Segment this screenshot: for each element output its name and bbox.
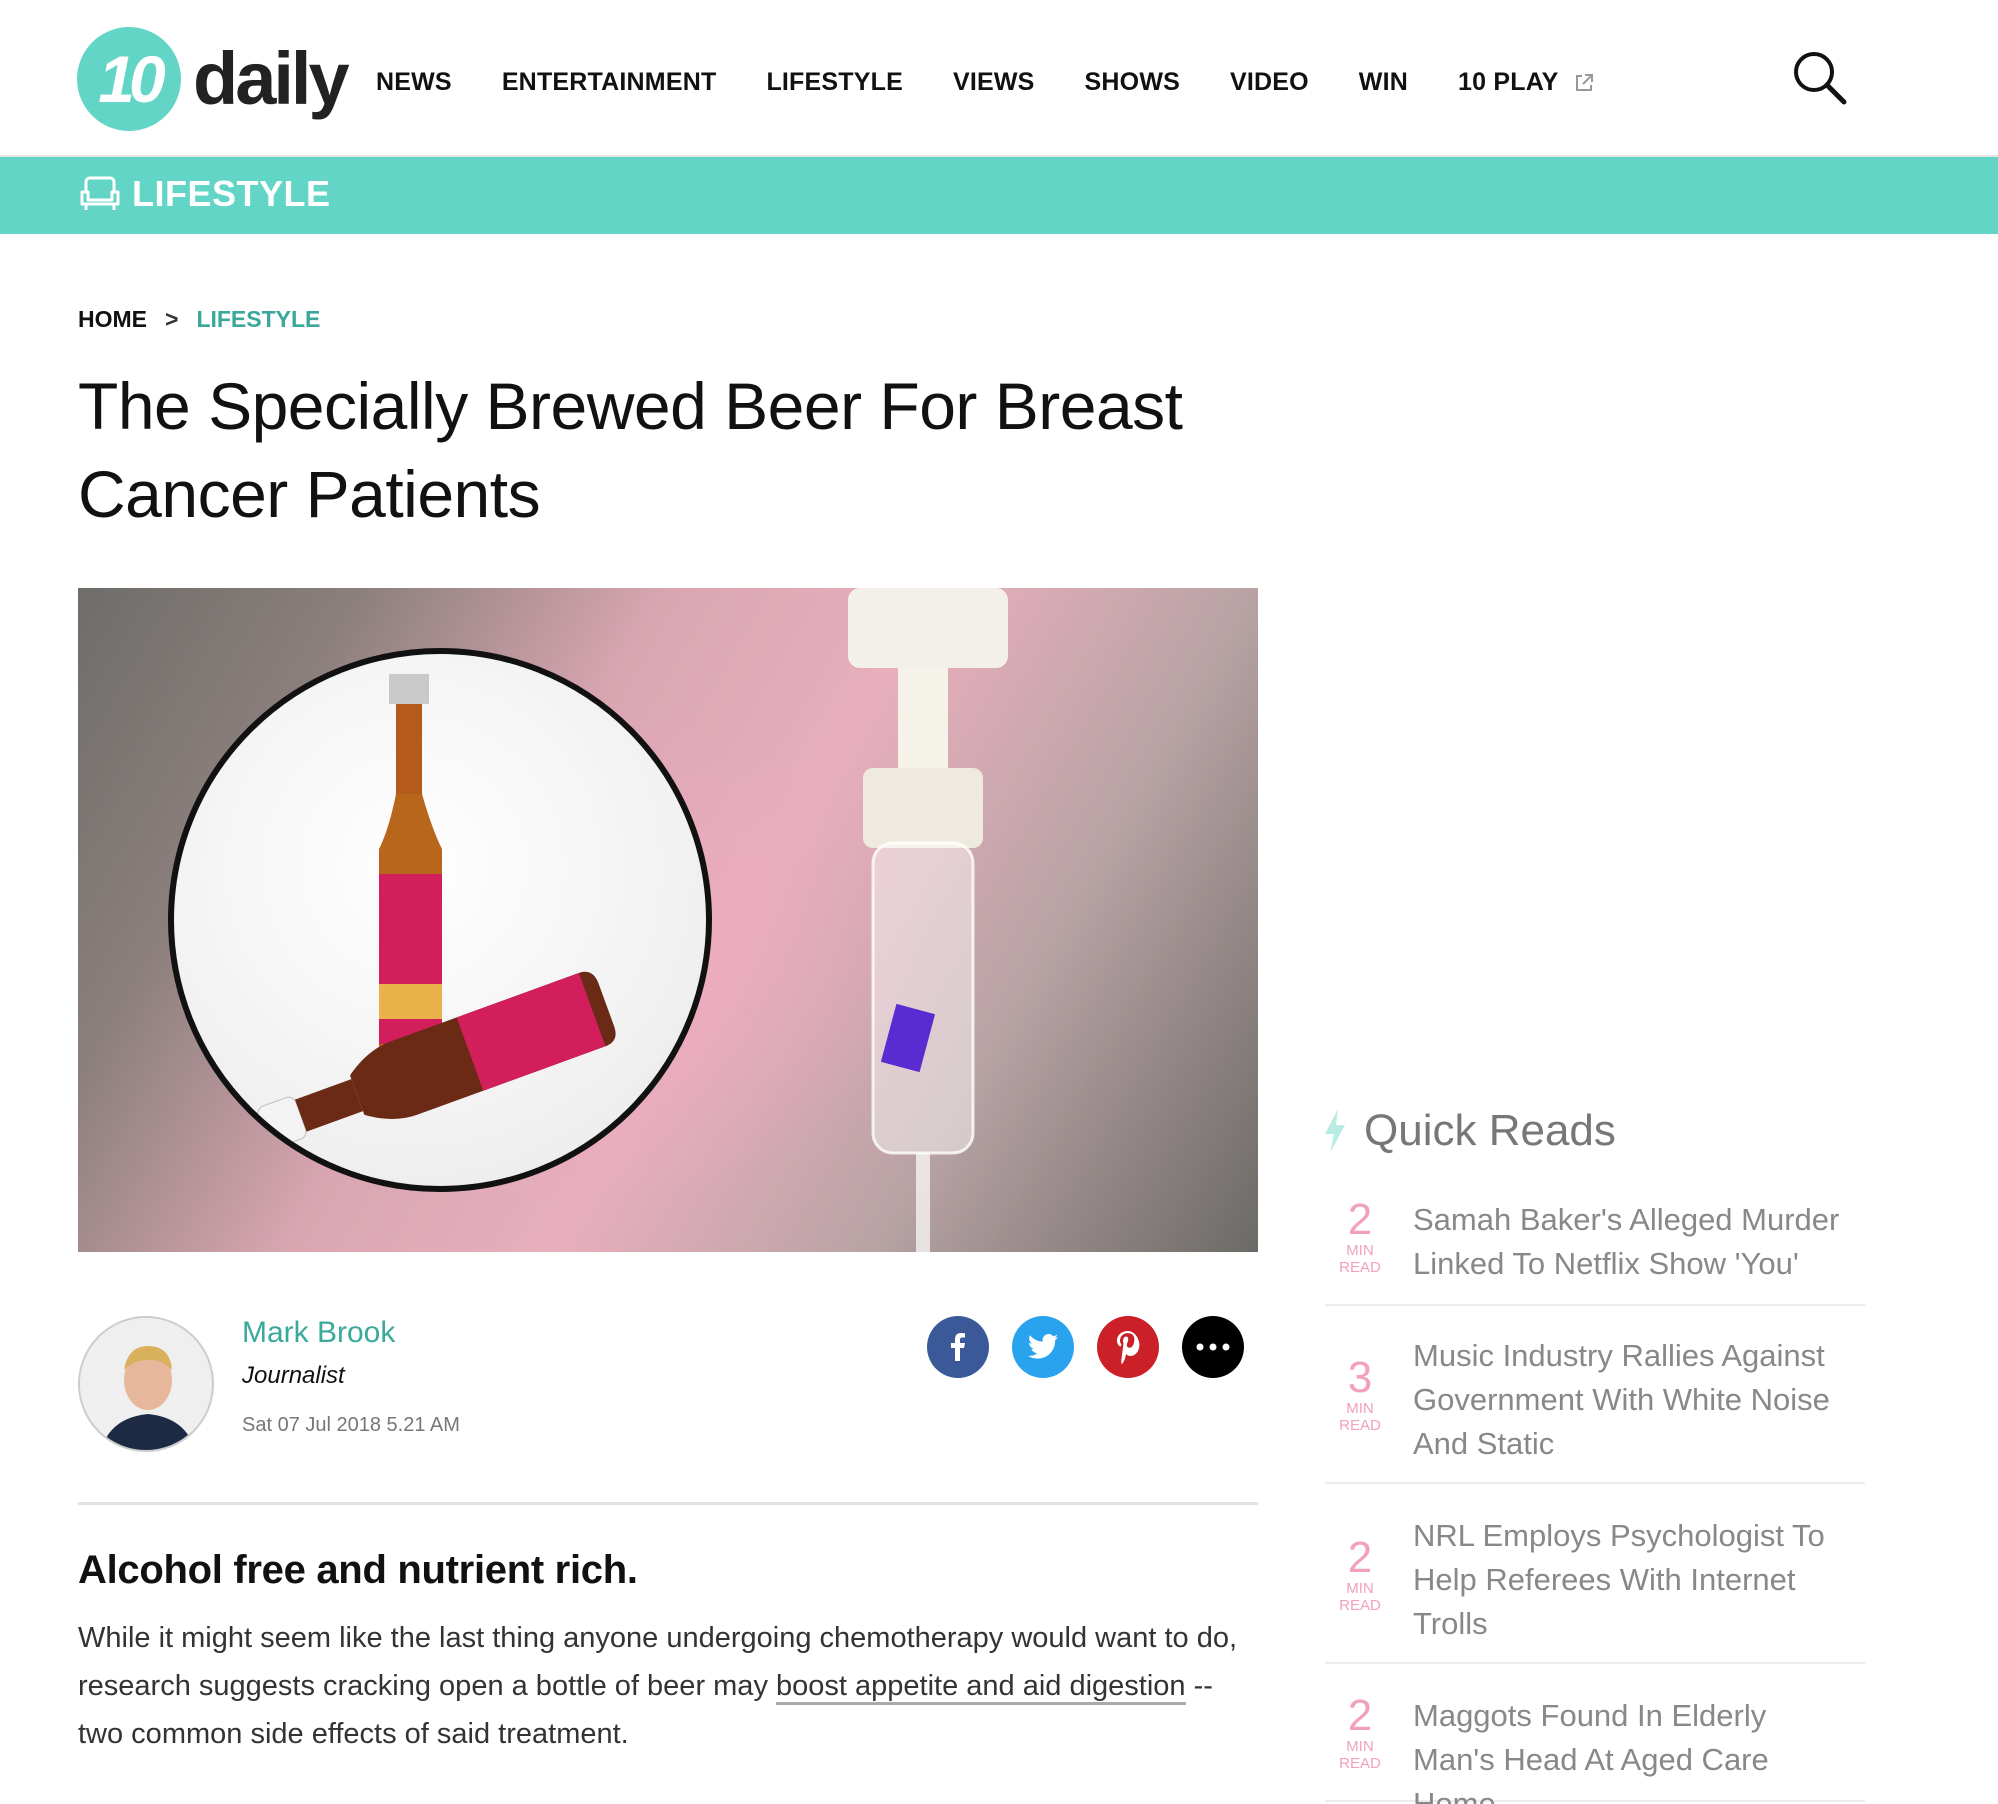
- nav-item-views[interactable]: VIEWS: [953, 68, 1035, 97]
- quick-read-item[interactable]: 2 MIN READ Maggots Found In Elderly Man'…: [1325, 1691, 1865, 1804]
- quick-read-read-label: READ: [1339, 1259, 1381, 1276]
- author-name[interactable]: Mark Brook: [242, 1316, 395, 1350]
- share-facebook-button[interactable]: [927, 1316, 989, 1378]
- quick-read-read-label: READ: [1339, 1597, 1381, 1614]
- breadcrumb-home[interactable]: HOME: [78, 306, 147, 333]
- site-logo[interactable]: 10 daily: [77, 25, 350, 133]
- nav-item-video[interactable]: VIDEO: [1230, 68, 1309, 97]
- author-avatar[interactable]: [78, 1316, 214, 1452]
- share-more-button[interactable]: [1182, 1316, 1244, 1378]
- site-header: 10 daily NEWS ENTERTAINMENT LIFESTYLE VI…: [0, 0, 1998, 157]
- article-body-paragraph: While it might seem like the last thing …: [78, 1614, 1258, 1758]
- quick-read-time: 2 MIN READ: [1335, 1195, 1385, 1277]
- search-button[interactable]: [1790, 48, 1850, 108]
- quick-read-title: Maggots Found In Elderly Man's Head At A…: [1413, 1698, 1769, 1804]
- quick-read-minutes: 2: [1347, 1533, 1373, 1582]
- article-divider: [78, 1502, 1258, 1505]
- quick-read-time: 2 MIN READ: [1335, 1691, 1385, 1773]
- nav-item-entertainment[interactable]: ENTERTAINMENT: [502, 68, 717, 97]
- logo-wordmark: daily: [193, 37, 350, 120]
- quick-read-item[interactable]: 2 MIN READ Samah Baker's Alleged Murder …: [1325, 1198, 1865, 1306]
- quick-read-min-label: MIN: [1346, 1580, 1374, 1597]
- nav-item-lifestyle[interactable]: LIFESTYLE: [766, 68, 903, 97]
- facebook-icon: [951, 1333, 965, 1361]
- breadcrumb: HOME > LIFESTYLE: [78, 306, 320, 333]
- article-hero-image: [78, 588, 1258, 1252]
- logo-badge: 10: [77, 27, 181, 131]
- body-inline-link[interactable]: boost appetite and aid digestion: [776, 1670, 1186, 1705]
- main-nav: NEWS ENTERTAINMENT LIFESTYLE VIEWS SHOWS…: [376, 68, 1645, 97]
- nav-item-10-play-label: 10 PLAY: [1458, 68, 1559, 96]
- chevron-right-icon: >: [165, 306, 179, 332]
- lightning-icon: [1325, 1109, 1345, 1153]
- more-icon: [1196, 1343, 1230, 1351]
- quick-reads-header: Quick Reads: [1322, 1106, 1616, 1156]
- publish-date: Sat 07 Jul 2018 5.21 AM: [242, 1414, 460, 1436]
- section-band: LIFESTYLE: [0, 157, 1998, 234]
- article-standfirst: Alcohol free and nutrient rich.: [78, 1548, 638, 1592]
- nav-item-win[interactable]: WIN: [1359, 68, 1408, 97]
- quick-read-title: Music Industry Rallies Against Governmen…: [1413, 1338, 1830, 1461]
- breadcrumb-lifestyle[interactable]: LIFESTYLE: [196, 306, 320, 333]
- quick-read-read-label: READ: [1339, 1417, 1381, 1434]
- quick-read-read-label: READ: [1339, 1755, 1381, 1772]
- quick-read-min-label: MIN: [1346, 1400, 1374, 1417]
- share-twitter-button[interactable]: [1012, 1316, 1074, 1378]
- author-role: Journalist: [242, 1362, 345, 1389]
- search-icon: [1794, 52, 1847, 105]
- author-photo: [80, 1318, 212, 1450]
- quick-read-min-label: MIN: [1346, 1738, 1374, 1755]
- nav-item-news[interactable]: NEWS: [376, 68, 452, 97]
- quick-reads-title: Quick Reads: [1364, 1106, 1616, 1155]
- beer-bottles-inset: [168, 648, 712, 1192]
- external-link-icon: [1576, 74, 1594, 92]
- nav-item-10-play[interactable]: 10 PLAY: [1458, 68, 1595, 97]
- quick-read-min-label: MIN: [1346, 1242, 1374, 1259]
- twitter-icon: [1028, 1334, 1058, 1359]
- quick-read-time: 2 MIN READ: [1335, 1533, 1385, 1615]
- armchair-icon: [80, 176, 120, 210]
- beer-bottles-illustration: [257, 674, 616, 1149]
- nav-item-shows[interactable]: SHOWS: [1085, 68, 1180, 97]
- quick-read-item[interactable]: 2 MIN READ NRL Employs Psychologist To H…: [1325, 1514, 1865, 1664]
- section-band-link[interactable]: LIFESTYLE: [78, 173, 331, 215]
- quick-read-item[interactable]: 3 MIN READ Music Industry Rallies Agains…: [1325, 1334, 1865, 1484]
- pinterest-icon: [1117, 1331, 1140, 1364]
- iv-drip-chamber: [848, 588, 1008, 1252]
- quick-read-title: NRL Employs Psychologist To Help Referee…: [1413, 1518, 1825, 1641]
- quick-read-minutes: 2: [1347, 1195, 1373, 1244]
- quick-read-minutes: 2: [1347, 1691, 1373, 1740]
- section-band-label: LIFESTYLE: [132, 173, 331, 214]
- quick-read-time: 3 MIN READ: [1335, 1353, 1385, 1435]
- quick-read-minutes: 3: [1347, 1353, 1373, 1402]
- share-pinterest-button[interactable]: [1097, 1316, 1159, 1378]
- article-title: The Specially Brewed Beer For Breast Can…: [78, 369, 1183, 531]
- quick-read-title: Samah Baker's Alleged Murder Linked To N…: [1413, 1202, 1840, 1281]
